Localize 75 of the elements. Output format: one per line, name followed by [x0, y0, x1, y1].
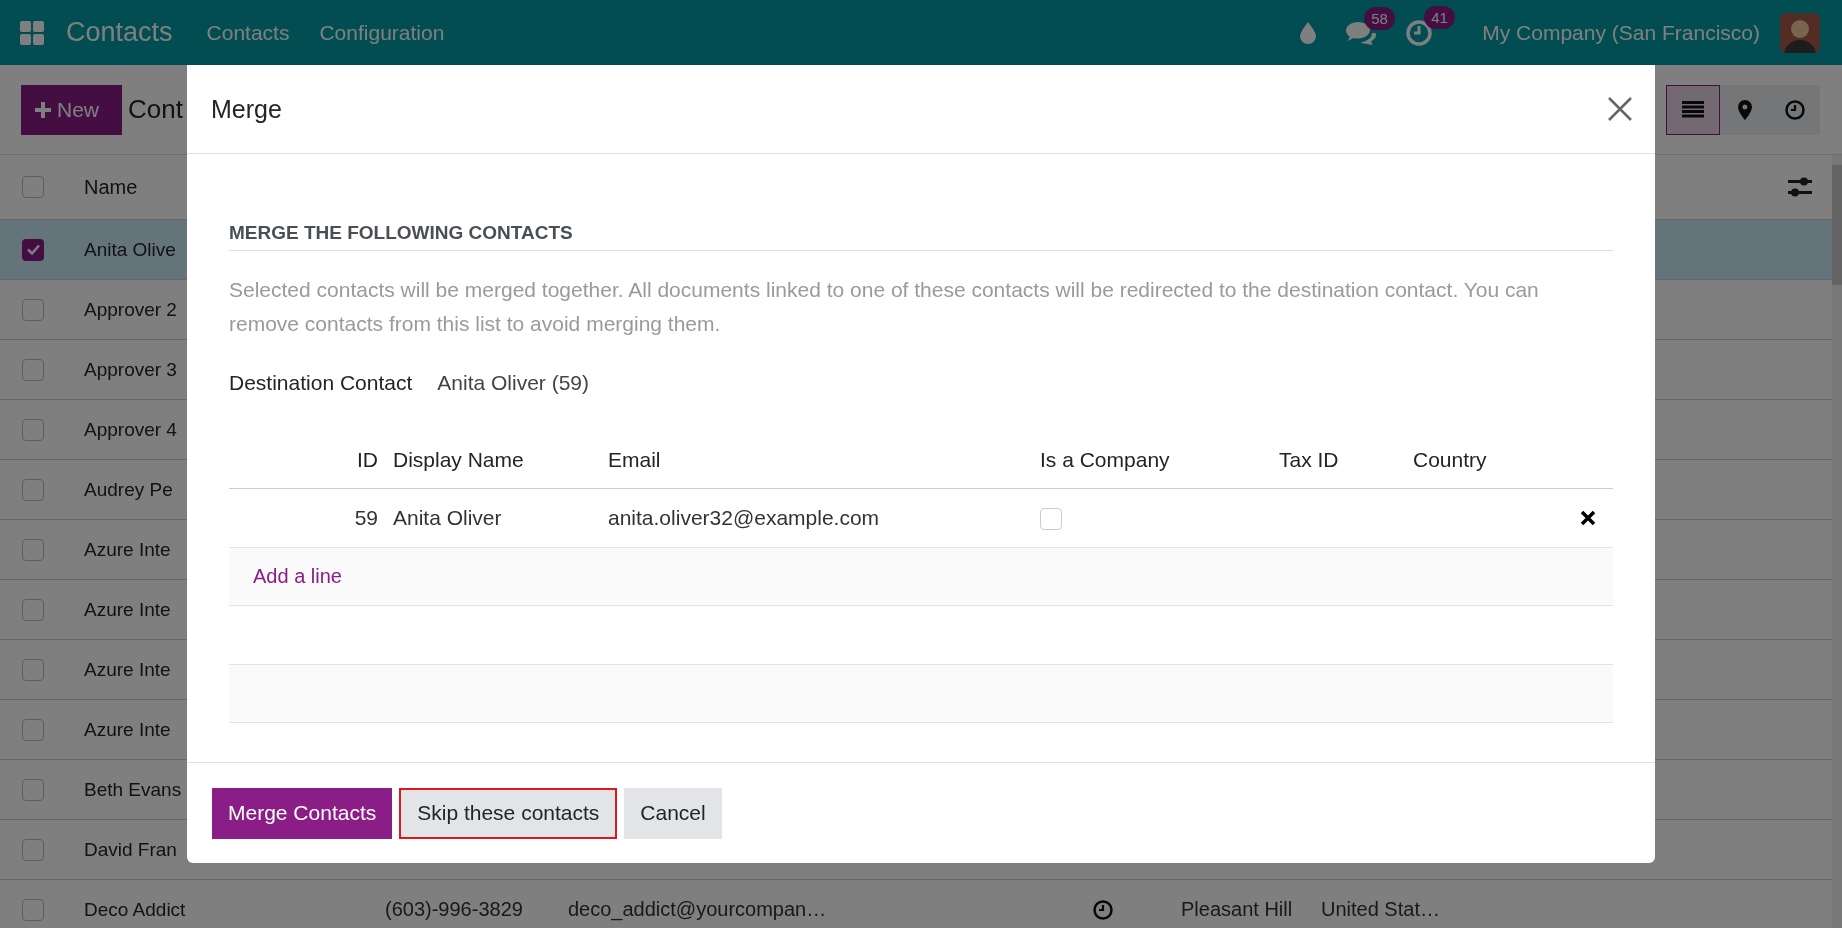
remove-icon[interactable] [1580, 510, 1596, 526]
name-cell: Approver 4 [84, 418, 177, 441]
apps-grid-icon[interactable] [20, 20, 44, 45]
settings-sliders-icon[interactable] [1788, 176, 1812, 198]
company-checkbox[interactable] [1040, 507, 1062, 530]
destination-contact-field[interactable]: Anita Oliver (59) [437, 371, 589, 395]
name-cell: Approver 3 [84, 358, 177, 381]
dialog-button[interactable]: Cancel [624, 787, 722, 839]
app-name[interactable]: Contacts [66, 17, 173, 48]
breadcrumb: Cont [128, 94, 183, 125]
view-switch-button[interactable] [1666, 84, 1720, 135]
name-cell: Deco Addict [84, 898, 186, 921]
phone-cell-text: (603)-996-3829 [385, 898, 524, 921]
clock-icon [1093, 899, 1113, 920]
row-checkbox[interactable] [22, 298, 44, 321]
column-header[interactable]: Name [84, 175, 138, 199]
city-cell-text: Pleasant Hill [1181, 898, 1294, 921]
row-checkbox[interactable] [22, 538, 44, 561]
plus-icon [35, 101, 51, 118]
row-checkbox[interactable] [22, 358, 44, 381]
row-checkbox[interactable] [22, 778, 44, 801]
view-switch-button[interactable] [1770, 84, 1820, 135]
list-icon [1682, 100, 1704, 119]
menu-item[interactable]: Configuration [319, 20, 445, 45]
row-checkbox[interactable] [22, 898, 44, 921]
id-cell-text: 59 [353, 506, 378, 530]
checkmark-icon [26, 244, 40, 255]
column-header: Is a Company [1040, 447, 1171, 472]
email-cell-text: anita.oliver32@example.com [608, 506, 881, 530]
email-cell-text: deco_addict@yourcompan… [568, 898, 828, 921]
row-checkbox[interactable] [22, 238, 44, 261]
add-line-link[interactable]: Add a line [253, 565, 342, 588]
row-checkbox[interactable] [22, 718, 44, 741]
display-name-cell-text: Anita Oliver [392, 506, 503, 530]
name-cell: Beth Evans [84, 778, 182, 801]
new-button[interactable]: New [21, 84, 122, 135]
description-text: Selected contacts will be merged together. All documents linked to one of these contacts will be redirected to the destination contact. You can remove contacts from this list to avoid merging them. [229, 277, 1540, 337]
row-checkbox[interactable] [22, 598, 44, 621]
column-header: Email [608, 447, 662, 472]
name-cell: Azure Inte [84, 598, 171, 621]
name-cell: Audrey Pe [84, 478, 173, 501]
name-cell: David Fran [84, 838, 177, 861]
menu-item[interactable]: Contacts [206, 20, 290, 45]
field-label: Destination Contact [229, 371, 413, 395]
user-avatar[interactable] [1780, 12, 1820, 53]
column-header: Country [1413, 447, 1488, 472]
name-cell: Azure Inte [84, 658, 171, 681]
dialog-button[interactable]: Merge Contacts [212, 787, 393, 839]
dialog-title: Merge [211, 94, 282, 124]
name-cell: Approver 2 [84, 298, 177, 321]
row-checkbox[interactable] [22, 478, 44, 501]
select-all-checkbox[interactable] [22, 176, 44, 198]
drop-icon[interactable] [1300, 21, 1317, 44]
company-switcher[interactable]: My Company (San Francisco) [1482, 20, 1760, 45]
column-header: ID [356, 447, 378, 472]
map-pin-icon [1738, 99, 1752, 120]
name-cell: Azure Inte [84, 718, 171, 741]
message-count-badge: 58 [1364, 6, 1395, 30]
name-cell: Anita Olive [84, 238, 176, 261]
row-checkbox[interactable] [22, 658, 44, 681]
scrollbar[interactable] [1832, 155, 1842, 928]
view-switch-button[interactable] [1720, 84, 1770, 135]
dialog-button[interactable]: Skip these contacts [399, 787, 618, 839]
clock-icon [1785, 99, 1805, 120]
clock-icon[interactable] [1406, 19, 1433, 46]
country-cell-text: United Stat… [1321, 898, 1441, 921]
close-icon [1607, 96, 1633, 122]
column-header: Tax ID [1279, 447, 1340, 472]
activity-count-badge: 41 [1424, 5, 1455, 29]
close-button[interactable] [1607, 96, 1633, 122]
name-cell: Azure Inte [84, 538, 171, 561]
column-header: Display Name [392, 447, 525, 472]
row-checkbox[interactable] [22, 418, 44, 441]
row-checkbox[interactable] [22, 838, 44, 861]
section-title: MERGE THE FOLLOWING CONTACTS [229, 222, 1613, 251]
